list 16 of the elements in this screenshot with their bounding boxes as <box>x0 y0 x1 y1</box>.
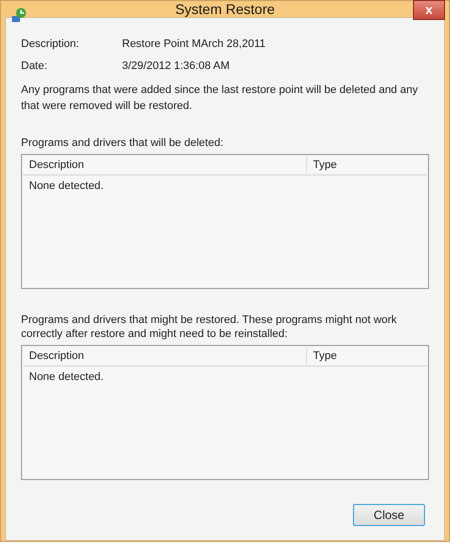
list-caption: Programs and drivers that will be deleted: <box>21 136 224 150</box>
empty-message: None detected. <box>28 179 105 194</box>
field-label: Date: <box>21 60 48 72</box>
window-title: System Restore <box>175 1 275 17</box>
field-value: 3/29/2012 1:36:08 AM <box>122 60 231 72</box>
window-close-button[interactable]: x <box>413 0 445 20</box>
field-label: Description: <box>21 38 80 50</box>
column-header[interactable]: Description <box>23 156 307 174</box>
column-header[interactable]: Type <box>307 347 427 365</box>
field-value: Restore Point MArch 28,2011 <box>122 38 266 50</box>
column-header[interactable]: Type <box>307 156 427 174</box>
info-text: Any programs that were added since the last restore point will be deleted and any that were removed will be restored. <box>21 83 419 114</box>
column-header[interactable]: Description <box>23 347 307 365</box>
list-caption: Programs and drivers that might be restored. These programs might not work correctly after restore and might need to be reinstalled: <box>21 313 398 341</box>
close-button[interactable]: Close <box>353 504 425 526</box>
empty-message: None detected. <box>28 370 105 385</box>
